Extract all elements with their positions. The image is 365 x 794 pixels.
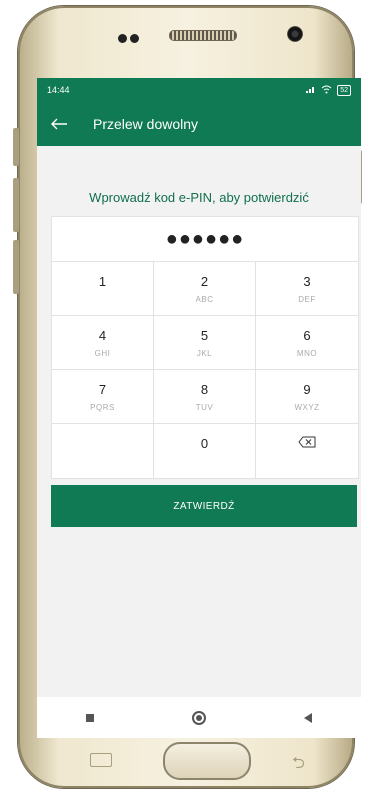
bixby-button	[13, 240, 19, 294]
key-5[interactable]: 5 JKL	[154, 316, 256, 370]
top-bezel	[18, 6, 354, 78]
key-1[interactable]: 1	[52, 262, 154, 316]
sensor-dots	[118, 30, 146, 43]
arrow-left-icon[interactable]	[51, 114, 79, 134]
key-4[interactable]: 4 GHI	[52, 316, 154, 370]
key-digit: 2	[200, 273, 209, 289]
key-letters: PQRS	[90, 402, 115, 412]
key-letters: DEF	[298, 294, 316, 304]
key-digit: 6	[303, 327, 311, 343]
key-letters: WXYZ	[294, 402, 320, 412]
confirm-button[interactable]: ZATWIERDŹ	[51, 485, 357, 527]
signal-icon	[306, 85, 316, 95]
app-bar: Przelew dowolny	[37, 102, 361, 146]
earpiece-speaker	[169, 30, 237, 41]
status-bar: 14:44 52	[37, 78, 361, 102]
key-digit: 9	[303, 381, 311, 397]
key-digit: 3	[303, 273, 311, 289]
keypad-grid: 1 2 ABC 3 DEF 4 GHI 5 JKL 6 MNO 7 PQRS 8 TUV 9 W…	[52, 262, 358, 478]
back-capacitive-icon: ⮌	[292, 755, 305, 772]
pin-pad: ●●●●●● 1 2 ABC 3 DEF 4 GHI 5 JKL 6 MNO 7 PQRS …	[51, 216, 359, 479]
key-2[interactable]: 2 ABC	[154, 262, 256, 316]
pin-display: ●●●●●●	[52, 217, 358, 262]
wifi-icon	[321, 85, 332, 96]
epin-prompt: Wprowadź kod e-PIN, aby potwierdzić	[89, 190, 309, 205]
recent-apps-icon[interactable]	[86, 713, 94, 722]
key-digit: 0	[200, 436, 209, 451]
key-digit: 5	[200, 327, 209, 343]
key-letters: GHI	[94, 348, 111, 358]
key-empty	[52, 424, 154, 478]
key-8[interactable]: 8 TUV	[154, 370, 256, 424]
screen: 14:44 52 Przelew dowolny Wprowadź kod e-…	[37, 78, 361, 738]
android-nav-bar	[37, 697, 361, 738]
volume-down-button	[13, 178, 19, 232]
key-0[interactable]: 0	[154, 424, 256, 478]
key-7[interactable]: 7 PQRS	[52, 370, 154, 424]
key-3[interactable]: 3 DEF	[256, 262, 358, 316]
key-letters: ABC	[195, 294, 214, 304]
front-camera	[287, 26, 303, 42]
home-icon[interactable]	[192, 710, 206, 725]
status-time: 14:44	[47, 85, 70, 95]
back-triangle-icon[interactable]	[304, 712, 312, 723]
key-digit: 4	[98, 327, 107, 343]
key-letters: MNO	[296, 348, 318, 358]
backspace-icon	[298, 436, 316, 451]
key-letters: TUV	[195, 402, 214, 412]
home-hardware-button	[163, 742, 251, 780]
page-title: Przelew dowolny	[93, 116, 199, 132]
key-digit: 8	[200, 381, 209, 397]
key-letters: JKL	[196, 348, 213, 358]
key-9[interactable]: 9 WXYZ	[256, 370, 358, 424]
key-digit: 7	[98, 381, 107, 397]
status-icons: 52	[306, 84, 351, 96]
backspace-key[interactable]	[256, 424, 358, 478]
recent-capacitive-icon	[90, 753, 112, 767]
volume-up-button	[13, 128, 19, 166]
key-digit: 1	[98, 273, 107, 289]
battery-icon: 52	[337, 84, 351, 96]
key-6[interactable]: 6 MNO	[256, 316, 358, 370]
